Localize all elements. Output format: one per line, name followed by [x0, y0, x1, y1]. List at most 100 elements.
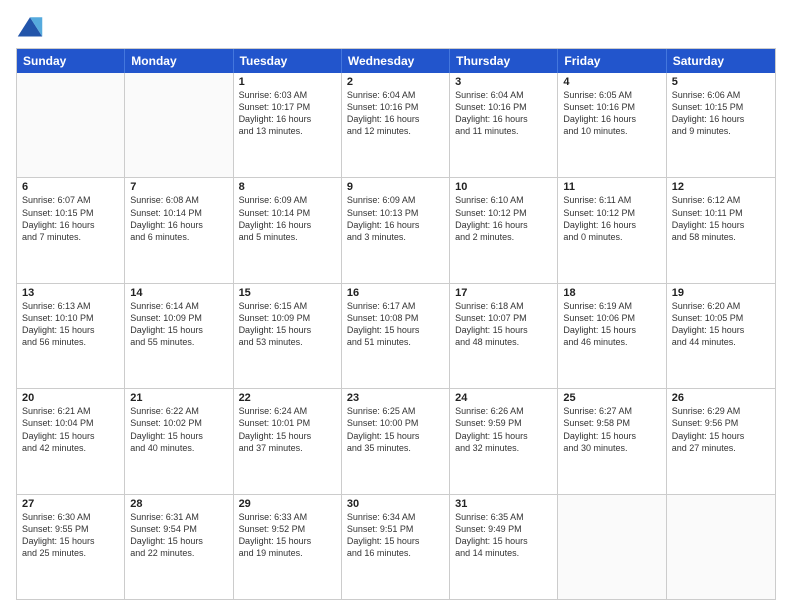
day-info: Sunrise: 6:04 AM Sunset: 10:16 PM Daylig…: [347, 89, 444, 138]
day-info: Sunrise: 6:22 AM Sunset: 10:02 PM Daylig…: [130, 405, 227, 454]
day-info: Sunrise: 6:34 AM Sunset: 9:51 PM Dayligh…: [347, 511, 444, 560]
day-number: 23: [347, 392, 444, 404]
day-cell-7: 7Sunrise: 6:08 AM Sunset: 10:14 PM Dayli…: [125, 178, 233, 282]
day-info: Sunrise: 6:20 AM Sunset: 10:05 PM Daylig…: [672, 300, 770, 349]
day-cell-11: 11Sunrise: 6:11 AM Sunset: 10:12 PM Dayl…: [558, 178, 666, 282]
day-cell-5: 5Sunrise: 6:06 AM Sunset: 10:15 PM Dayli…: [667, 73, 775, 177]
day-cell-31: 31Sunrise: 6:35 AM Sunset: 9:49 PM Dayli…: [450, 495, 558, 599]
day-number: 21: [130, 392, 227, 404]
day-number: 19: [672, 287, 770, 299]
day-number: 29: [239, 498, 336, 510]
day-info: Sunrise: 6:15 AM Sunset: 10:09 PM Daylig…: [239, 300, 336, 349]
day-cell-12: 12Sunrise: 6:12 AM Sunset: 10:11 PM Dayl…: [667, 178, 775, 282]
calendar-row-1: 1Sunrise: 6:03 AM Sunset: 10:17 PM Dayli…: [17, 73, 775, 178]
day-info: Sunrise: 6:18 AM Sunset: 10:07 PM Daylig…: [455, 300, 552, 349]
day-info: Sunrise: 6:09 AM Sunset: 10:13 PM Daylig…: [347, 194, 444, 243]
day-cell-16: 16Sunrise: 6:17 AM Sunset: 10:08 PM Dayl…: [342, 284, 450, 388]
day-cell-4: 4Sunrise: 6:05 AM Sunset: 10:16 PM Dayli…: [558, 73, 666, 177]
day-info: Sunrise: 6:30 AM Sunset: 9:55 PM Dayligh…: [22, 511, 119, 560]
calendar-row-2: 6Sunrise: 6:07 AM Sunset: 10:15 PM Dayli…: [17, 178, 775, 283]
calendar-row-3: 13Sunrise: 6:13 AM Sunset: 10:10 PM Dayl…: [17, 284, 775, 389]
day-info: Sunrise: 6:04 AM Sunset: 10:16 PM Daylig…: [455, 89, 552, 138]
day-number: 26: [672, 392, 770, 404]
day-cell-2: 2Sunrise: 6:04 AM Sunset: 10:16 PM Dayli…: [342, 73, 450, 177]
day-info: Sunrise: 6:24 AM Sunset: 10:01 PM Daylig…: [239, 405, 336, 454]
header-day-friday: Friday: [558, 49, 666, 73]
day-cell-1: 1Sunrise: 6:03 AM Sunset: 10:17 PM Dayli…: [234, 73, 342, 177]
day-info: Sunrise: 6:19 AM Sunset: 10:06 PM Daylig…: [563, 300, 660, 349]
day-info: Sunrise: 6:14 AM Sunset: 10:09 PM Daylig…: [130, 300, 227, 349]
day-number: 28: [130, 498, 227, 510]
day-number: 10: [455, 181, 552, 193]
day-info: Sunrise: 6:11 AM Sunset: 10:12 PM Daylig…: [563, 194, 660, 243]
day-number: 14: [130, 287, 227, 299]
day-cell-28: 28Sunrise: 6:31 AM Sunset: 9:54 PM Dayli…: [125, 495, 233, 599]
calendar-header: SundayMondayTuesdayWednesdayThursdayFrid…: [17, 49, 775, 73]
day-cell-18: 18Sunrise: 6:19 AM Sunset: 10:06 PM Dayl…: [558, 284, 666, 388]
day-number: 9: [347, 181, 444, 193]
day-number: 6: [22, 181, 119, 193]
day-cell-24: 24Sunrise: 6:26 AM Sunset: 9:59 PM Dayli…: [450, 389, 558, 493]
day-cell-10: 10Sunrise: 6:10 AM Sunset: 10:12 PM Dayl…: [450, 178, 558, 282]
day-cell-23: 23Sunrise: 6:25 AM Sunset: 10:00 PM Dayl…: [342, 389, 450, 493]
day-number: 2: [347, 76, 444, 88]
day-number: 18: [563, 287, 660, 299]
day-info: Sunrise: 6:06 AM Sunset: 10:15 PM Daylig…: [672, 89, 770, 138]
day-cell-14: 14Sunrise: 6:14 AM Sunset: 10:09 PM Dayl…: [125, 284, 233, 388]
day-info: Sunrise: 6:10 AM Sunset: 10:12 PM Daylig…: [455, 194, 552, 243]
day-cell-20: 20Sunrise: 6:21 AM Sunset: 10:04 PM Dayl…: [17, 389, 125, 493]
day-number: 3: [455, 76, 552, 88]
day-number: 1: [239, 76, 336, 88]
empty-cell: [667, 495, 775, 599]
empty-cell: [17, 73, 125, 177]
day-info: Sunrise: 6:12 AM Sunset: 10:11 PM Daylig…: [672, 194, 770, 243]
day-info: Sunrise: 6:29 AM Sunset: 9:56 PM Dayligh…: [672, 405, 770, 454]
day-info: Sunrise: 6:07 AM Sunset: 10:15 PM Daylig…: [22, 194, 119, 243]
header-day-tuesday: Tuesday: [234, 49, 342, 73]
day-cell-19: 19Sunrise: 6:20 AM Sunset: 10:05 PM Dayl…: [667, 284, 775, 388]
calendar-row-4: 20Sunrise: 6:21 AM Sunset: 10:04 PM Dayl…: [17, 389, 775, 494]
calendar-body: 1Sunrise: 6:03 AM Sunset: 10:17 PM Dayli…: [17, 73, 775, 599]
day-number: 5: [672, 76, 770, 88]
day-number: 4: [563, 76, 660, 88]
day-info: Sunrise: 6:25 AM Sunset: 10:00 PM Daylig…: [347, 405, 444, 454]
calendar-row-5: 27Sunrise: 6:30 AM Sunset: 9:55 PM Dayli…: [17, 495, 775, 599]
day-number: 12: [672, 181, 770, 193]
day-cell-26: 26Sunrise: 6:29 AM Sunset: 9:56 PM Dayli…: [667, 389, 775, 493]
day-info: Sunrise: 6:08 AM Sunset: 10:14 PM Daylig…: [130, 194, 227, 243]
day-info: Sunrise: 6:17 AM Sunset: 10:08 PM Daylig…: [347, 300, 444, 349]
day-cell-21: 21Sunrise: 6:22 AM Sunset: 10:02 PM Dayl…: [125, 389, 233, 493]
day-number: 16: [347, 287, 444, 299]
day-number: 7: [130, 181, 227, 193]
day-info: Sunrise: 6:35 AM Sunset: 9:49 PM Dayligh…: [455, 511, 552, 560]
header-day-sunday: Sunday: [17, 49, 125, 73]
day-info: Sunrise: 6:13 AM Sunset: 10:10 PM Daylig…: [22, 300, 119, 349]
page-header: [16, 12, 776, 40]
day-cell-6: 6Sunrise: 6:07 AM Sunset: 10:15 PM Dayli…: [17, 178, 125, 282]
day-cell-17: 17Sunrise: 6:18 AM Sunset: 10:07 PM Dayl…: [450, 284, 558, 388]
day-cell-13: 13Sunrise: 6:13 AM Sunset: 10:10 PM Dayl…: [17, 284, 125, 388]
day-cell-22: 22Sunrise: 6:24 AM Sunset: 10:01 PM Dayl…: [234, 389, 342, 493]
empty-cell: [125, 73, 233, 177]
day-info: Sunrise: 6:03 AM Sunset: 10:17 PM Daylig…: [239, 89, 336, 138]
day-number: 30: [347, 498, 444, 510]
day-cell-29: 29Sunrise: 6:33 AM Sunset: 9:52 PM Dayli…: [234, 495, 342, 599]
day-info: Sunrise: 6:33 AM Sunset: 9:52 PM Dayligh…: [239, 511, 336, 560]
day-number: 17: [455, 287, 552, 299]
day-info: Sunrise: 6:26 AM Sunset: 9:59 PM Dayligh…: [455, 405, 552, 454]
header-day-thursday: Thursday: [450, 49, 558, 73]
day-cell-9: 9Sunrise: 6:09 AM Sunset: 10:13 PM Dayli…: [342, 178, 450, 282]
day-info: Sunrise: 6:09 AM Sunset: 10:14 PM Daylig…: [239, 194, 336, 243]
day-info: Sunrise: 6:27 AM Sunset: 9:58 PM Dayligh…: [563, 405, 660, 454]
day-number: 13: [22, 287, 119, 299]
day-cell-3: 3Sunrise: 6:04 AM Sunset: 10:16 PM Dayli…: [450, 73, 558, 177]
day-number: 24: [455, 392, 552, 404]
day-cell-8: 8Sunrise: 6:09 AM Sunset: 10:14 PM Dayli…: [234, 178, 342, 282]
header-day-wednesday: Wednesday: [342, 49, 450, 73]
day-cell-15: 15Sunrise: 6:15 AM Sunset: 10:09 PM Dayl…: [234, 284, 342, 388]
logo-icon: [16, 12, 44, 40]
header-day-monday: Monday: [125, 49, 233, 73]
header-day-saturday: Saturday: [667, 49, 775, 73]
day-number: 8: [239, 181, 336, 193]
day-number: 15: [239, 287, 336, 299]
